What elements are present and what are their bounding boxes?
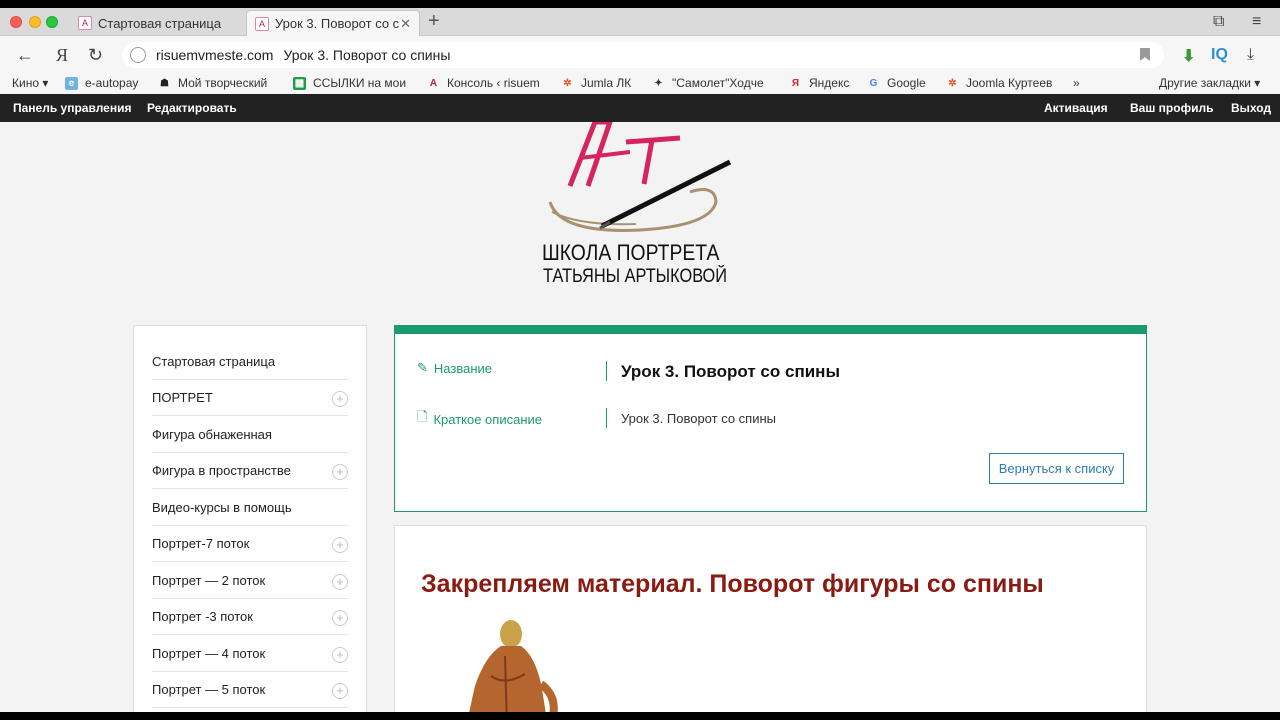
sidebar-item-portrait-7[interactable]: Портрет-7 поток + (152, 526, 348, 562)
edit-link[interactable]: Редактировать (147, 101, 237, 115)
sidebar-item-start[interactable]: Стартовая страница (152, 344, 348, 380)
close-tab-icon[interactable]: ✕ (400, 16, 411, 32)
maximize-window-button[interactable] (46, 16, 58, 28)
anatomy-figure-image (469, 620, 558, 712)
expand-plus-icon[interactable]: + (332, 610, 348, 626)
logo-title: ШКОЛА ПОРТРЕТА (542, 240, 720, 265)
sidebar-item-figure-space[interactable]: Фигура в пространстве + (152, 453, 348, 489)
site-favicon-icon: A (78, 16, 92, 30)
expand-plus-icon[interactable]: + (332, 391, 348, 407)
address-page-title: Урок 3. Поворот со спины (283, 47, 451, 63)
sidebar-item-portrait[interactable]: ПОРТРЕТ + (152, 380, 348, 416)
tab-manager-icon[interactable]: ⧉ (1213, 13, 1224, 31)
bookmark-item[interactable]: ✲ Jumla ЛК (561, 76, 641, 90)
bookmark-item[interactable]: G Google (867, 76, 926, 90)
site-favicon-icon: A (255, 16, 269, 31)
bookmark-favicon-icon: e (65, 76, 78, 90)
back-arrow-icon[interactable]: ← (16, 45, 34, 66)
profile-link[interactable]: Ваш профиль (1130, 101, 1213, 115)
google-icon: G (869, 77, 878, 89)
other-bookmarks-button[interactable]: Другие закладки ▾ (1159, 76, 1260, 90)
bookmark-icon[interactable] (1140, 48, 1150, 61)
page-content: ШКОЛА ПОРТРЕТА ТАТЬЯНЫ АРТЫКОВОЙ Стартов… (0, 122, 1280, 712)
bookmark-favicon-icon: A (429, 77, 438, 89)
logo-subtitle: ТАТЬЯНЫ АРТЫКОВОЙ (543, 266, 728, 287)
more-bookmarks-button[interactable]: » (1073, 76, 1080, 90)
yandex-icon[interactable]: Я (56, 45, 68, 66)
reload-icon[interactable]: ↻ (88, 45, 103, 66)
minimize-window-button[interactable] (29, 16, 41, 28)
bookmark-item[interactable]: e e-autopay (65, 76, 150, 90)
bookmark-favicon-icon: ☗ (160, 77, 169, 89)
lesson-title: Урок 3. Поворот со спины (621, 362, 840, 381)
sidebar-menu: Стартовая страница ПОРТРЕТ + Фигура обнаж… (133, 325, 367, 712)
field-divider (606, 408, 607, 428)
address-domain: risuemvmeste.com (156, 47, 274, 63)
sidebar-item-portrait-3[interactable]: Портрет -3 поток + (152, 599, 348, 635)
tab-label: Урок 3. Поворот со с (275, 16, 400, 31)
bookmark-item[interactable]: ✦ "Самолет"Ходче (652, 76, 772, 90)
logout-link[interactable]: Выход (1231, 101, 1271, 115)
address-input[interactable]: risuemvmeste.com Урок 3. Поворот со спин… (122, 42, 1164, 68)
tab-start-page[interactable]: A Стартовая страница (70, 10, 245, 36)
description-label: 🗋 Краткое описание (417, 408, 542, 430)
close-window-button[interactable] (10, 16, 22, 28)
download-extension-icon[interactable]: ⬇ (1182, 46, 1195, 66)
yandex-icon: Я (791, 77, 800, 89)
bookmarks-bar: Кино ▾ e e-autopay ☗ Мой творческий ▦ ССЫЛК… (0, 74, 1280, 94)
bookmark-item[interactable]: Кино ▾ (12, 76, 48, 90)
sidebar-item-portrait-4[interactable]: Портрет — 4 поток + (152, 636, 348, 672)
tab-label: Стартовая страница (98, 15, 222, 31)
sidebar-item-portrait-5[interactable]: Портрет — 5 поток + (152, 672, 348, 708)
new-tab-button[interactable]: + (428, 11, 440, 31)
expand-plus-icon[interactable]: + (332, 574, 348, 590)
browser-window: A Стартовая страница A Урок 3. Поворот с… (0, 8, 1280, 712)
address-bar-row: ← Я ↻ risuemvmeste.com Урок 3. Поворот с… (0, 36, 1280, 74)
name-label: ✎ Название (417, 360, 492, 376)
field-divider (606, 361, 607, 381)
site-info-icon[interactable] (130, 47, 146, 63)
joomla-icon: ✲ (563, 77, 572, 89)
bookmark-item[interactable]: Я Яндекс (789, 76, 849, 90)
bookmark-item[interactable]: ▦ ССЫЛКИ на мои (293, 76, 411, 90)
logo-monogram-icon (548, 122, 732, 232)
tab-strip: A Стартовая страница A Урок 3. Поворот с… (0, 8, 1280, 36)
activation-link[interactable]: Активация (1044, 101, 1108, 115)
back-to-list-button[interactable]: Вернуться к списку (989, 453, 1124, 484)
bookmark-item[interactable]: ☗ Мой творческий (158, 76, 276, 90)
content-heading: Закрепляем материал. Поворот фигуры со с… (421, 570, 1044, 598)
expand-plus-icon[interactable]: + (332, 537, 348, 553)
pencil-icon: ✎ (417, 360, 428, 375)
bookmark-favicon-icon: ✦ (654, 77, 663, 89)
bookmark-item[interactable]: A Консоль ‹ risuem (427, 76, 544, 90)
lesson-content: Закрепляем материал. Поворот фигуры со с… (394, 525, 1147, 712)
sidebar-item-portrait-2[interactable]: Портрет — 2 поток + (152, 563, 348, 599)
lesson-info-card: ✎ Название Урок 3. Поворот со спины 🗋 Кр… (394, 325, 1147, 512)
menu-icon[interactable]: ≡ (1252, 13, 1261, 31)
admin-bar: Панель управления Редактировать Активаци… (0, 94, 1280, 122)
lesson-description: Урок 3. Поворот со спины (621, 411, 777, 426)
joomla-icon: ✲ (948, 77, 957, 89)
sidebar-item-nude-figure[interactable]: Фигура обнаженная (152, 417, 348, 453)
expand-plus-icon[interactable]: + (332, 647, 348, 663)
downloads-icon[interactable]: ⤓ (1247, 46, 1254, 64)
iq-extension-icon[interactable]: IQ (1211, 46, 1228, 64)
sheets-icon: ▦ (293, 76, 306, 90)
dashboard-link[interactable]: Панель управления (13, 101, 131, 115)
document-icon: 🗋 (417, 409, 428, 424)
school-logo[interactable]: ШКОЛА ПОРТРЕТА ТАТЬЯНЫ АРТЫКОВОЙ (540, 122, 740, 292)
sidebar-item-video-courses[interactable]: Видео-курсы в помощь (152, 490, 348, 526)
bookmark-item[interactable]: ✲ Joomla Куртеев (946, 76, 1052, 90)
expand-plus-icon[interactable]: + (332, 464, 348, 480)
expand-plus-icon[interactable]: + (332, 683, 348, 699)
tab-lesson[interactable]: A Урок 3. Поворот со с ✕ (246, 10, 420, 36)
